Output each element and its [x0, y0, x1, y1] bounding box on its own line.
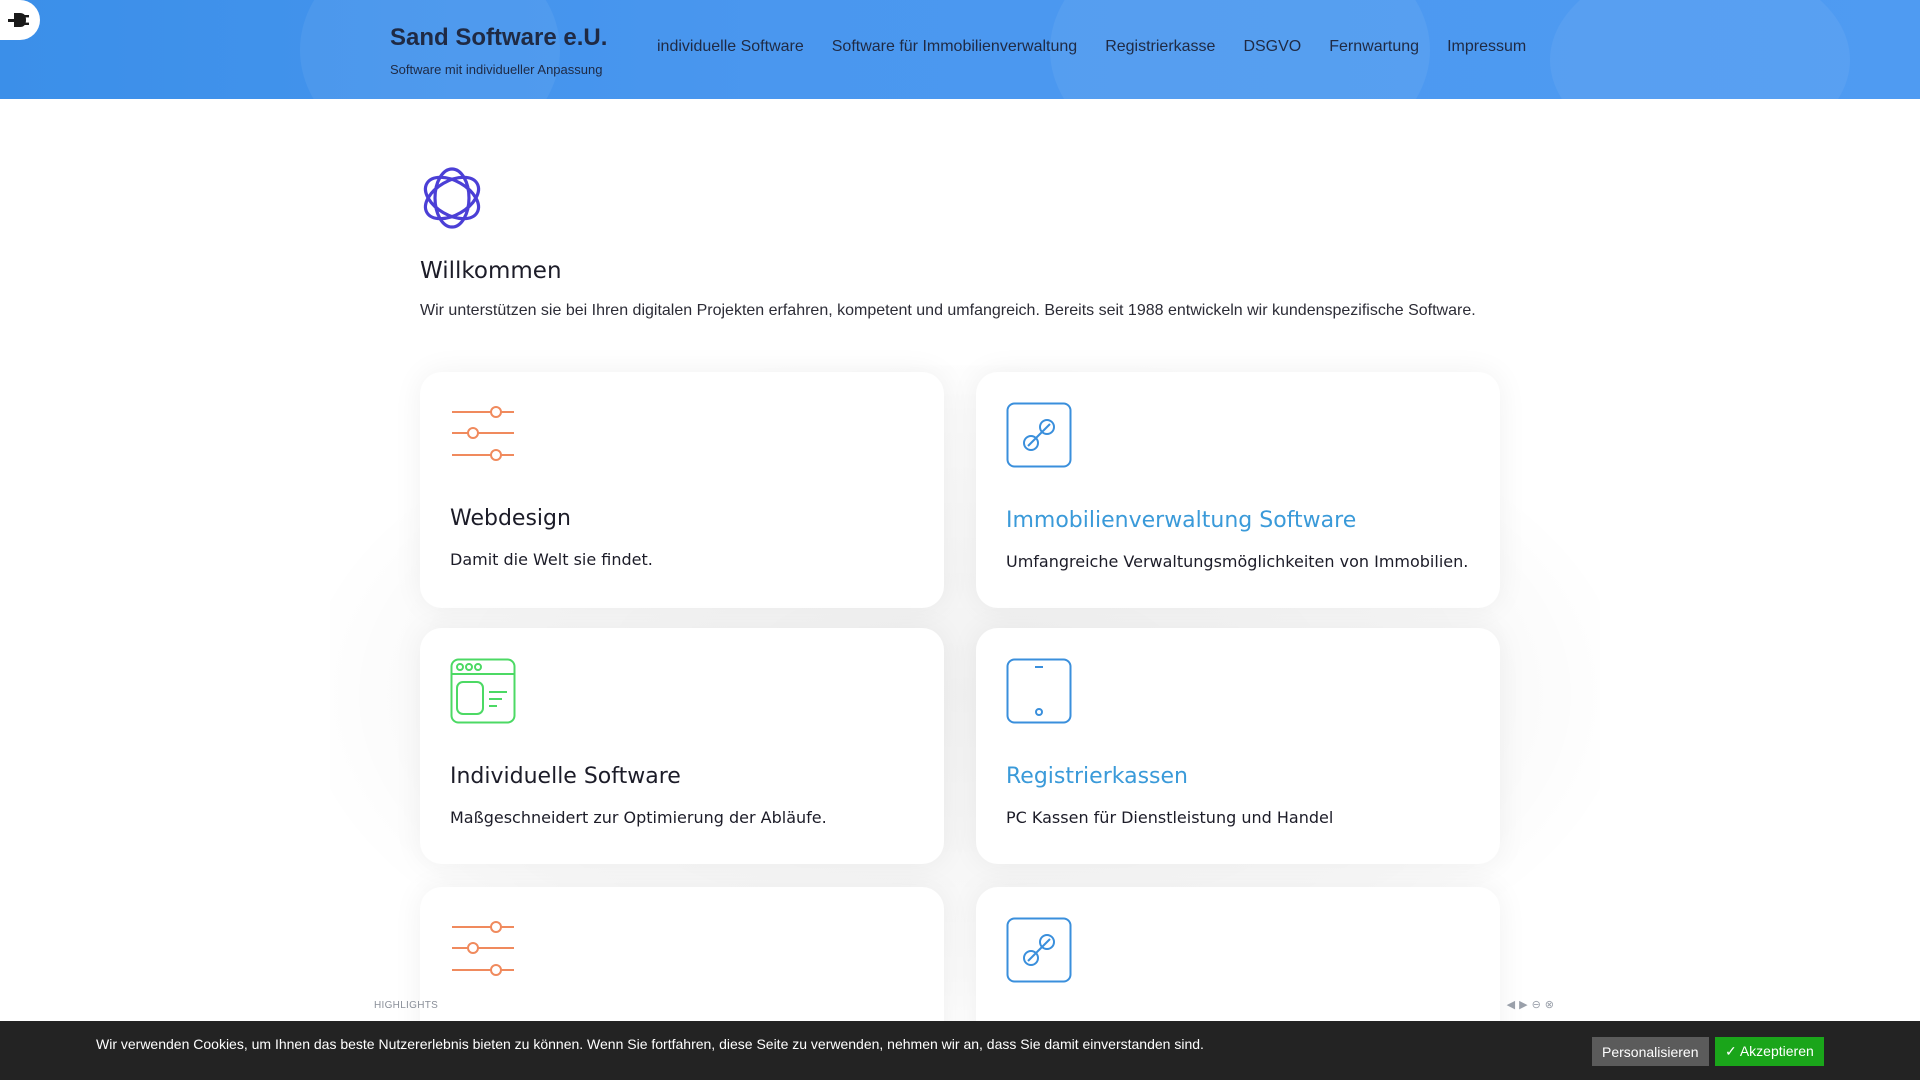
card-text: Damit die Welt sie findet. — [450, 550, 653, 569]
card-text: Maßgeschneidert zur Optimierung der Ablä… — [450, 808, 827, 827]
site-header: Sand Software e.U. Software mit individu… — [0, 0, 1920, 99]
accept-cookies-button[interactable]: ✓ Akzeptieren — [1715, 1037, 1824, 1066]
cookie-consent-bar: Wir verwenden Cookies, um Ihnen das best… — [0, 1021, 1920, 1080]
highlights-controls: ◀ ▶ ⊖ ⊗ — [1507, 998, 1554, 1011]
nav-item-immobilienverwaltung[interactable]: Software für Immobilienverwaltung — [832, 38, 1077, 56]
link-icon — [1006, 402, 1072, 468]
nav-item-dsgvo[interactable]: DSGVO — [1243, 38, 1301, 56]
card-text: PC Kassen für Dienstleistung und Handel — [1006, 808, 1334, 827]
nav-item-individuelle-software[interactable]: individuelle Software — [657, 38, 804, 56]
service-card-immobilienverwaltung[interactable]: Immobilienverwaltung Software Umfangreic… — [976, 372, 1500, 608]
next-arrow-icon[interactable]: ▶ — [1519, 998, 1527, 1011]
sliders-icon — [452, 921, 514, 976]
card-title-link[interactable]: Registrierkassen — [1006, 764, 1188, 789]
plug-icon — [8, 13, 29, 27]
cookie-notice-text: Wir verwenden Cookies, um Ihnen das best… — [96, 1036, 1204, 1052]
welcome-text: Wir unterstützen sie bei Ihren digitalen… — [420, 302, 1476, 319]
service-card-individuelle-software[interactable]: Individuelle Software Maßgeschneidert zu… — [420, 628, 944, 864]
card-title: Webdesign — [450, 506, 571, 531]
highlights-label: HIGHLIGHTS — [374, 1000, 439, 1011]
minimize-icon[interactable]: ⊖ — [1532, 998, 1541, 1011]
service-card-webdesign[interactable]: Webdesign Damit die Welt sie findet. — [420, 372, 944, 608]
card-text: Umfangreiche Verwaltungsmöglichkeiten vo… — [1006, 552, 1469, 571]
nav-item-registrierkasse[interactable]: Registrierkasse — [1105, 38, 1215, 56]
sliders-icon — [452, 406, 514, 461]
tablet-icon — [1006, 658, 1072, 724]
card-title: Individuelle Software — [450, 764, 681, 789]
personalize-button[interactable]: Personalisieren — [1592, 1037, 1709, 1066]
brand-subtitle: Software mit individueller Anpassung — [390, 62, 603, 77]
nav-item-impressum[interactable]: Impressum — [1447, 38, 1526, 56]
plugin-toggle-button[interactable] — [0, 0, 40, 40]
brand-title[interactable]: Sand Software e.U. — [390, 24, 607, 52]
previous-arrow-icon[interactable]: ◀ — [1507, 998, 1515, 1011]
nav-item-fernwartung[interactable]: Fernwartung — [1329, 38, 1419, 56]
browser-window-icon — [450, 658, 516, 724]
card-title-link[interactable]: Immobilienverwaltung Software — [1006, 508, 1356, 533]
link-icon — [1006, 917, 1072, 983]
flower-logo-icon — [423, 167, 481, 229]
close-icon[interactable]: ⊗ — [1545, 998, 1554, 1011]
highlights-strip: HIGHLIGHTS ◀ ▶ ⊖ ⊗ — [364, 998, 1554, 1022]
header-decoration — [1550, 0, 1850, 99]
main-nav: individuelle Software Software für Immob… — [657, 38, 1554, 56]
service-card-registrierkassen[interactable]: Registrierkassen PC Kassen für Dienstlei… — [976, 628, 1500, 864]
welcome-title: Willkommen — [420, 258, 562, 284]
